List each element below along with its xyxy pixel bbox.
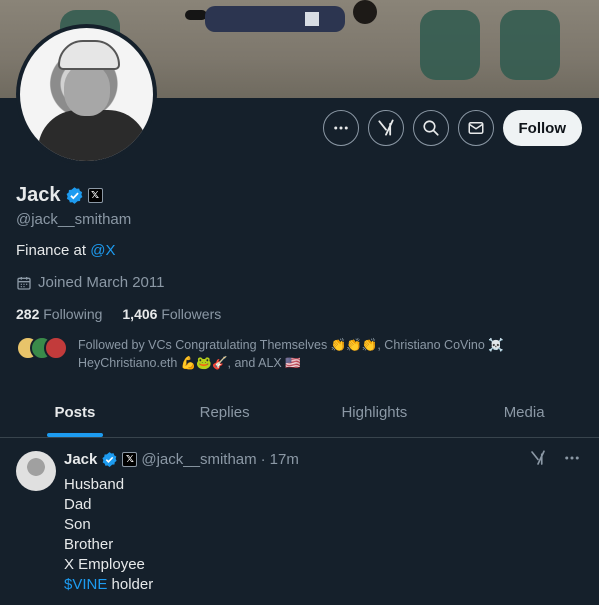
profile-handle: @jack__smitham bbox=[16, 211, 132, 228]
bio-mention-link[interactable]: @X bbox=[90, 242, 115, 259]
post-author-name[interactable]: Jack bbox=[64, 451, 97, 468]
profile-avatar[interactable] bbox=[16, 24, 157, 165]
x-affiliate-icon[interactable]: 𝕏 bbox=[87, 188, 103, 203]
grok-icon bbox=[377, 119, 394, 136]
follow-button[interactable]: Follow bbox=[502, 110, 582, 146]
search-icon bbox=[422, 120, 439, 136]
message-button[interactable] bbox=[457, 110, 494, 146]
followed-by-text: Followed by VCs Congratulating Themselve… bbox=[78, 338, 504, 370]
joined-date: Joined March 2011 bbox=[16, 274, 164, 291]
following-link[interactable]: 282 Following bbox=[16, 306, 102, 322]
verified-badge-icon[interactable] bbox=[65, 186, 84, 205]
post-author-handle[interactable]: @jack__smitham bbox=[141, 451, 256, 468]
banner-chair bbox=[420, 10, 480, 80]
tab-replies[interactable]: Replies bbox=[150, 388, 300, 437]
followers-label: Followers bbox=[161, 306, 222, 322]
tab-media[interactable]: Media bbox=[449, 388, 599, 437]
follow-counts: 282 Following 1,406 Followers bbox=[16, 306, 221, 322]
post-line: Brother bbox=[64, 536, 114, 553]
post-line: Son bbox=[64, 516, 91, 533]
tab-posts[interactable]: Posts bbox=[0, 388, 150, 437]
profile-bio: Finance at @X bbox=[16, 242, 115, 259]
post-tools bbox=[529, 449, 581, 467]
avatar bbox=[44, 336, 68, 360]
joined-text: Joined March 2011 bbox=[38, 274, 165, 291]
post-header: Jack 𝕏 @jack__smitham · 17m bbox=[64, 451, 299, 468]
post-line: Husband bbox=[64, 476, 125, 493]
post-separator: · bbox=[260, 451, 266, 468]
post-timestamp[interactable]: 17m bbox=[270, 451, 299, 468]
cashtag-link[interactable]: $VINE bbox=[64, 576, 107, 593]
banner-person bbox=[185, 0, 390, 42]
verified-badge-icon[interactable] bbox=[101, 451, 118, 468]
post[interactable]: Jack 𝕏 @jack__smitham · 17m Husband Dad … bbox=[0, 439, 599, 605]
bio-text: Finance at bbox=[16, 242, 91, 259]
search-button[interactable] bbox=[412, 110, 449, 146]
grok-icon[interactable] bbox=[529, 449, 547, 467]
x-affiliate-icon[interactable]: 𝕏 bbox=[122, 452, 138, 467]
more-icon bbox=[333, 126, 348, 130]
post-text: Husband Dad Son Brother X Employee $VINE… bbox=[64, 475, 153, 595]
profile-name-row: Jack 𝕏 bbox=[16, 184, 103, 207]
tab-highlights[interactable]: Highlights bbox=[300, 388, 450, 437]
followers-link[interactable]: 1,406 Followers bbox=[122, 306, 221, 322]
post-line: X Employee bbox=[64, 556, 145, 573]
followed-by[interactable]: Followed by VCs Congratulating Themselve… bbox=[16, 336, 548, 372]
post-line: $VINE holder bbox=[64, 575, 153, 595]
profile-tabs: Posts Replies Highlights Media bbox=[0, 388, 599, 438]
post-line-suffix: holder bbox=[107, 576, 154, 593]
followed-by-avatars bbox=[16, 336, 68, 360]
profile-actions: Follow bbox=[322, 110, 582, 146]
more-icon[interactable] bbox=[563, 449, 581, 467]
avatar[interactable] bbox=[16, 451, 56, 491]
followers-count: 1,406 bbox=[122, 306, 158, 322]
calendar-icon bbox=[17, 276, 31, 290]
profile-name: Jack bbox=[16, 184, 61, 206]
banner-chair bbox=[500, 10, 560, 80]
message-icon bbox=[468, 122, 483, 134]
following-label: Following bbox=[43, 306, 103, 322]
grok-button[interactable] bbox=[367, 110, 404, 146]
post-line: Dad bbox=[64, 496, 92, 513]
following-count: 282 bbox=[16, 306, 40, 322]
more-button[interactable] bbox=[322, 110, 359, 146]
